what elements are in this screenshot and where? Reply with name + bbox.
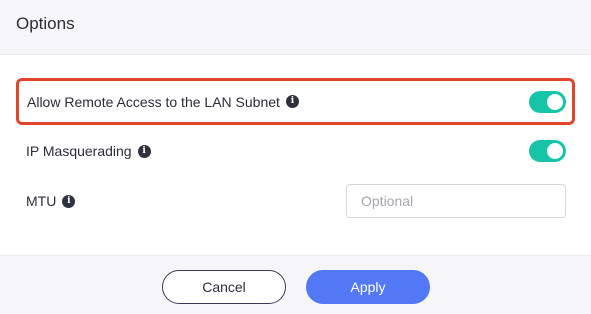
mtu-input[interactable] [346,184,566,218]
toggle-knob [547,93,563,110]
remote-access-toggle[interactable] [529,90,566,113]
ip-masquerading-toggle[interactable] [529,140,566,162]
ip-masquerading-label: IP Masquerading [26,143,132,159]
mtu-label-wrap: MTU i [26,193,76,209]
info-icon[interactable]: i [285,95,299,108]
toggle-knob [547,143,563,159]
mtu-label: MTU [26,193,57,209]
dialog-header: Options [0,0,591,55]
cancel-button[interactable]: Cancel [162,270,286,304]
info-icon[interactable]: i [137,144,151,158]
apply-button[interactable]: Apply [306,270,430,304]
ip-masquerading-label-wrap: IP Masquerading i [26,143,151,159]
info-icon[interactable]: i [62,194,76,208]
dialog-footer: Cancel Apply [0,255,591,314]
ip-masquerading-row: IP Masquerading i [16,129,575,173]
remote-access-label-wrap: Allow Remote Access to the LAN Subnet i [27,94,299,110]
mtu-row: MTU i [16,179,575,223]
remote-access-row: Allow Remote Access to the LAN Subnet i [16,78,575,125]
dialog-title: Options [16,14,75,33]
remote-access-label: Allow Remote Access to the LAN Subnet [27,93,280,110]
